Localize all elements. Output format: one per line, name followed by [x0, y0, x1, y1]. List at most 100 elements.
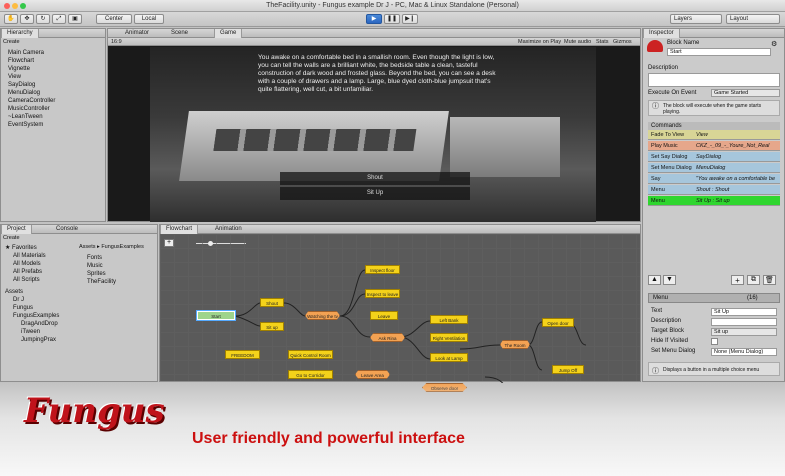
hierarchy-item[interactable]: EventSystem: [8, 121, 55, 129]
tab-animator[interactable]: Animator: [120, 29, 154, 38]
play-button[interactable]: ▶: [366, 14, 382, 24]
prop-description-field[interactable]: [711, 318, 777, 326]
tab-hierarchy[interactable]: Hierarchy: [1, 29, 39, 38]
pivot-local-button[interactable]: Local: [134, 14, 164, 24]
stats-toggle[interactable]: Stats: [596, 39, 609, 45]
folder-item[interactable]: Dr J: [5, 296, 59, 304]
set-menu-dialog-field[interactable]: None (Menu Dialog): [711, 348, 777, 356]
hierarchy-create-button[interactable]: Create: [3, 39, 103, 47]
favorites-item[interactable]: All Materials: [5, 252, 59, 260]
fungus-mushroom-icon: [647, 40, 663, 52]
menu-info-text: Displays a button in a multiple choice m…: [663, 367, 760, 373]
favorites-item[interactable]: All Prefabs: [5, 268, 59, 276]
flowchart-node[interactable]: Ask Rina: [370, 333, 405, 342]
tab-scene[interactable]: Scene: [166, 29, 193, 38]
favorites-header[interactable]: ★ Favorites: [5, 244, 59, 252]
flowchart-node[interactable]: Watching the tv: [305, 311, 340, 320]
hierarchy-item[interactable]: View: [8, 73, 55, 81]
flowchart-node[interactable]: Quick Control Room: [288, 350, 333, 359]
tab-game[interactable]: Game: [214, 29, 243, 38]
tab-console[interactable]: Console: [51, 225, 83, 234]
menu-option-shout[interactable]: Shout: [280, 172, 470, 185]
hand-tool-button[interactable]: ✋: [4, 14, 18, 24]
flowchart-node[interactable]: Go to Corridor: [288, 370, 333, 379]
flowchart-node[interactable]: The Room: [500, 340, 530, 349]
command-row[interactable]: Play Music CKZ_-_09_-_Youre_Not_Real: [648, 141, 780, 151]
flowchart-node[interactable]: Open door: [542, 318, 574, 327]
layout-dropdown[interactable]: Layout: [726, 14, 780, 24]
rect-tool-button[interactable]: ▣: [68, 14, 82, 24]
mute-audio-toggle[interactable]: Mute audio: [564, 39, 591, 45]
command-row[interactable]: Menu Sit Up : Sit up: [648, 196, 780, 206]
hierarchy-item[interactable]: Main Camera: [8, 49, 55, 57]
command-row[interactable]: Say "You awake on a comfortable be: [648, 174, 780, 184]
move-down-button[interactable]: ▼: [663, 275, 676, 285]
command-row[interactable]: Set Say Dialog SayDialog: [648, 152, 780, 162]
hierarchy-item[interactable]: Vignette: [8, 65, 55, 73]
folder-item[interactable]: Fungus: [5, 304, 59, 312]
flowchart-node[interactable]: Shout: [260, 298, 284, 307]
flowchart-node[interactable]: Jump Off: [552, 365, 584, 374]
folder-item[interactable]: DragAndDrop: [5, 320, 59, 328]
settings-gear-icon[interactable]: ⚙: [771, 40, 777, 48]
assets-header[interactable]: Assets: [5, 288, 59, 296]
main-toolbar: ✋ ✥ ↻ ⤢ ▣ Center Local ▶ ❚❚ ▶❙ Layers La…: [0, 12, 785, 27]
flowchart-node[interactable]: Leave Area: [355, 370, 390, 379]
command-row[interactable]: Menu Shout : Shout: [648, 185, 780, 195]
flowchart-node[interactable]: Look at Lamp: [430, 353, 468, 362]
flowchart-node[interactable]: Right Ventilation: [430, 333, 468, 342]
hierarchy-item[interactable]: ~LeanTween: [8, 113, 55, 121]
hide-if-visited-checkbox[interactable]: [711, 338, 718, 345]
project-create-button[interactable]: Create: [3, 235, 20, 241]
duplicate-command-icon[interactable]: ⧉: [747, 275, 760, 285]
favorites-item[interactable]: All Scripts: [5, 276, 59, 284]
hierarchy-item[interactable]: MenuDialog: [8, 89, 55, 97]
flowchart-node[interactable]: Leave: [370, 311, 398, 320]
add-command-button[interactable]: +: [731, 275, 744, 285]
flowchart-node[interactable]: FREEDOM: [225, 350, 260, 359]
description-field[interactable]: [648, 73, 780, 87]
scene-file-item[interactable]: TheFacility: [87, 278, 116, 286]
hierarchy-item[interactable]: SayDialog: [8, 81, 55, 89]
delete-command-icon[interactable]: 🗑: [763, 275, 776, 285]
rotate-tool-button[interactable]: ↻: [36, 14, 50, 24]
folder-item[interactable]: JumpingPrax: [5, 336, 59, 344]
command-row[interactable]: Fade To View View: [648, 130, 780, 140]
flowchart-node[interactable]: Inspect to leave: [365, 289, 400, 298]
folder-item[interactable]: iTween: [5, 328, 59, 336]
folder-item[interactable]: Fonts: [87, 254, 116, 262]
pivot-center-button[interactable]: Center: [96, 14, 132, 24]
favorites-item[interactable]: All Models: [5, 260, 59, 268]
aspect-dropdown[interactable]: 16:9: [111, 39, 122, 45]
scale-tool-button[interactable]: ⤢: [52, 14, 66, 24]
flowchart-node-start[interactable]: Start: [197, 311, 235, 320]
command-summary: CKZ_-_09_-_Youre_Not_Real: [696, 143, 770, 149]
move-tool-button[interactable]: ✥: [20, 14, 34, 24]
maximize-on-play-toggle[interactable]: Maximize on Play: [518, 39, 561, 45]
layout-label: Layout: [730, 16, 749, 22]
inspector-panel: Inspector Block Name Start ⚙ Description…: [642, 28, 785, 382]
execute-on-event-dropdown[interactable]: Game Started: [711, 89, 780, 97]
tab-inspector[interactable]: Inspector: [643, 29, 680, 38]
folder-item[interactable]: Sprites: [87, 270, 116, 278]
folder-item[interactable]: FungusExamples: [5, 312, 59, 320]
hierarchy-item[interactable]: Flowchart: [8, 57, 55, 65]
command-row[interactable]: Set Menu Dialog MenuDialog: [648, 163, 780, 173]
menu-option-sit-up[interactable]: Sit Up: [280, 187, 470, 200]
move-up-button[interactable]: ▲: [648, 275, 661, 285]
target-block-dropdown[interactable]: Sit up: [711, 328, 777, 336]
gizmos-dropdown[interactable]: Gizmos: [613, 39, 632, 45]
block-name-field[interactable]: Start: [667, 48, 771, 56]
layers-dropdown[interactable]: Layers: [670, 14, 722, 24]
flowchart-node[interactable]: Left Bank: [430, 315, 468, 324]
hierarchy-item[interactable]: CameraController: [8, 97, 55, 105]
flowchart-node[interactable]: Inspect floor: [365, 265, 400, 274]
prop-text-field[interactable]: Sit Up: [711, 308, 777, 316]
step-button[interactable]: ▶❙: [402, 14, 418, 24]
tab-project[interactable]: Project: [1, 225, 32, 234]
pause-button[interactable]: ❚❚: [384, 14, 400, 24]
hierarchy-item[interactable]: MusicController: [8, 105, 55, 113]
flowchart-node[interactable]: Sit up: [260, 322, 284, 331]
folder-item[interactable]: Music: [87, 262, 116, 270]
command-summary: MenuDialog: [696, 165, 726, 171]
